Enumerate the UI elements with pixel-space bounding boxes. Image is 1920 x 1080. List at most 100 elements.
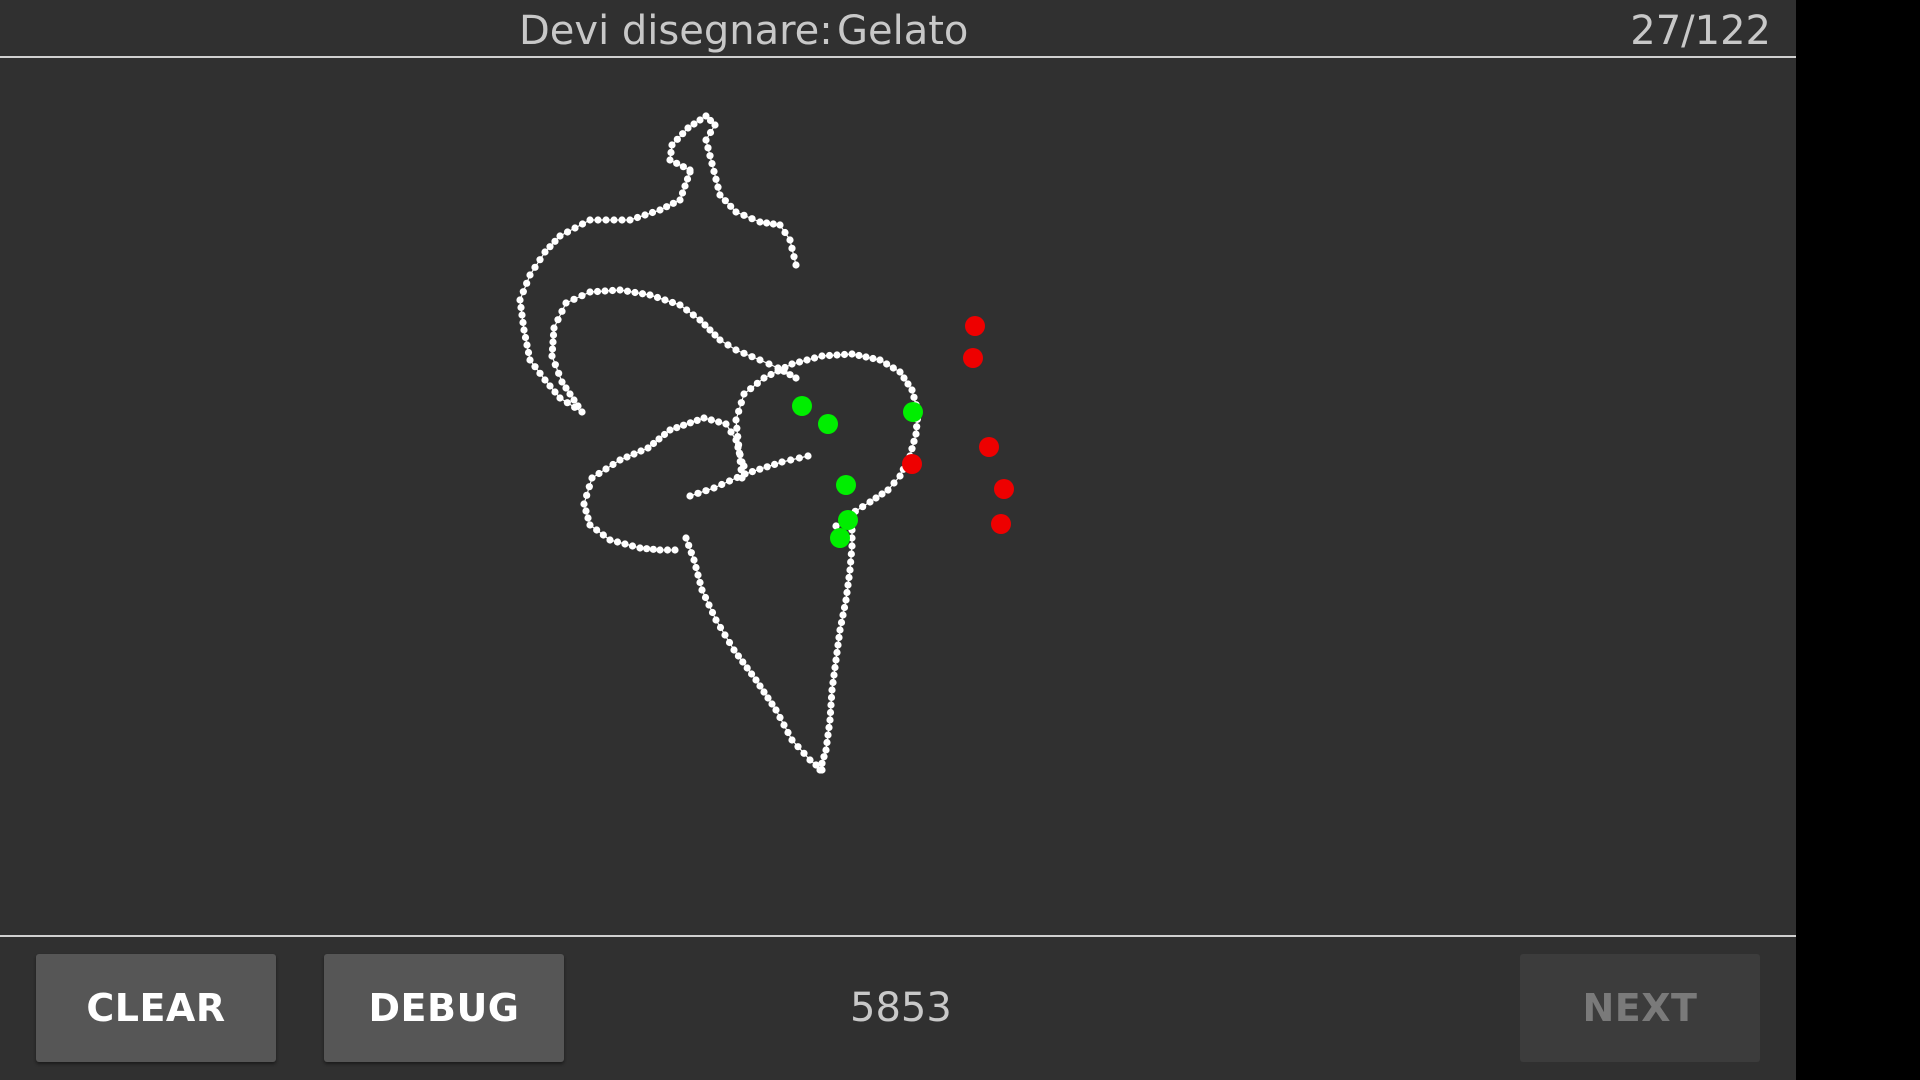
- stroke-point: [872, 494, 880, 502]
- stroke-point: [593, 526, 601, 534]
- stroke-point: [526, 271, 534, 279]
- match-point-good: [792, 396, 812, 416]
- stroke-segment: [589, 524, 611, 541]
- stroke-point: [570, 396, 578, 404]
- stroke-segment: [789, 239, 797, 266]
- stroke-point: [680, 421, 688, 429]
- stroke-point: [826, 708, 835, 717]
- stroke-point: [556, 394, 564, 402]
- stroke-point: [520, 326, 528, 334]
- stroke-point: [890, 479, 898, 487]
- stroke-point: [574, 402, 582, 410]
- stroke-point: [790, 253, 798, 261]
- stroke-point: [822, 746, 830, 754]
- stroke-point: [702, 487, 710, 495]
- debug-button[interactable]: DEBUG: [324, 954, 564, 1062]
- stroke-point: [694, 489, 702, 497]
- stroke-point: [794, 743, 802, 751]
- stroke-point: [825, 351, 834, 360]
- stroke-point: [847, 558, 855, 566]
- match-point-bad: [991, 514, 1011, 534]
- stroke-point: [842, 596, 850, 604]
- stroke-point: [678, 189, 687, 197]
- stroke-point: [823, 738, 831, 747]
- stroke-point: [608, 286, 617, 295]
- stroke-point: [616, 456, 624, 464]
- stroke-point: [748, 353, 756, 361]
- stroke-point: [896, 368, 904, 376]
- stroke-point: [686, 419, 695, 427]
- stroke-point: [737, 399, 745, 407]
- stroke-point: [566, 390, 574, 398]
- stroke-point: [586, 288, 594, 296]
- stroke-point: [834, 641, 842, 649]
- stroke-point: [827, 701, 835, 709]
- stroke-point: [806, 756, 814, 764]
- stroke-segment: [565, 291, 591, 304]
- stroke-point: [663, 203, 671, 211]
- stroke-point: [876, 356, 884, 364]
- stroke-point: [820, 753, 828, 761]
- stroke-point: [693, 416, 701, 424]
- stroke-point: [883, 360, 891, 368]
- stroke-point: [787, 456, 795, 464]
- stroke-points: [516, 112, 922, 774]
- stroke-point: [792, 374, 800, 382]
- stroke-point: [844, 581, 852, 589]
- stroke-point: [725, 477, 734, 485]
- stroke-point: [687, 549, 695, 557]
- stroke-point: [646, 291, 654, 299]
- stroke-point: [752, 676, 760, 684]
- match-point-good: [830, 528, 850, 548]
- stroke-point: [524, 348, 533, 357]
- stroke-point: [643, 545, 651, 553]
- stroke-point: [910, 393, 918, 401]
- stroke-point: [692, 563, 700, 572]
- stroke-point: [786, 236, 794, 244]
- stroke-point: [653, 293, 662, 302]
- stroke-point: [682, 534, 690, 542]
- stroke-point: [756, 218, 764, 226]
- stroke-point: [690, 556, 698, 564]
- clear-button[interactable]: CLEAR: [36, 954, 276, 1062]
- next-button[interactable]: NEXT: [1520, 954, 1760, 1062]
- stroke-point: [521, 333, 530, 342]
- stroke-point: [732, 436, 740, 444]
- stroke-segment: [689, 487, 715, 497]
- stroke-point: [836, 626, 844, 634]
- stroke-point: [551, 388, 559, 396]
- stroke-point: [803, 356, 811, 364]
- stroke-point: [740, 349, 748, 357]
- stroke-point: [708, 608, 717, 617]
- match-point-good: [818, 414, 838, 434]
- stroke-point: [780, 721, 788, 729]
- stroke-segment: [791, 739, 811, 761]
- stroke-point: [531, 363, 539, 371]
- stroke-point: [633, 213, 642, 222]
- stroke-point: [753, 379, 761, 387]
- stroke-point: [681, 182, 689, 190]
- stroke-point: [702, 112, 710, 120]
- stroke-segment: [553, 302, 567, 329]
- stroke-point: [706, 152, 714, 160]
- stroke-point: [859, 503, 867, 511]
- stroke-point: [536, 369, 544, 377]
- stroke-point: [722, 420, 730, 428]
- stroke-point: [833, 351, 841, 359]
- match-point-bad: [963, 348, 983, 368]
- stroke-point: [848, 542, 856, 550]
- stroke-point: [636, 544, 644, 552]
- footer-divider: [0, 935, 1796, 937]
- stroke-point: [554, 316, 562, 324]
- stroke-point: [818, 759, 826, 767]
- stroke-point: [582, 507, 590, 515]
- stroke-point: [541, 376, 549, 384]
- stroke-point: [810, 354, 819, 362]
- stroke-point: [578, 408, 586, 416]
- stroke-point: [649, 545, 657, 553]
- stroke-point: [683, 306, 691, 314]
- stroke-point: [609, 460, 617, 469]
- drawing-canvas[interactable]: [0, 59, 1796, 935]
- score-value: 5853: [850, 985, 952, 1031]
- stroke-point: [831, 663, 839, 672]
